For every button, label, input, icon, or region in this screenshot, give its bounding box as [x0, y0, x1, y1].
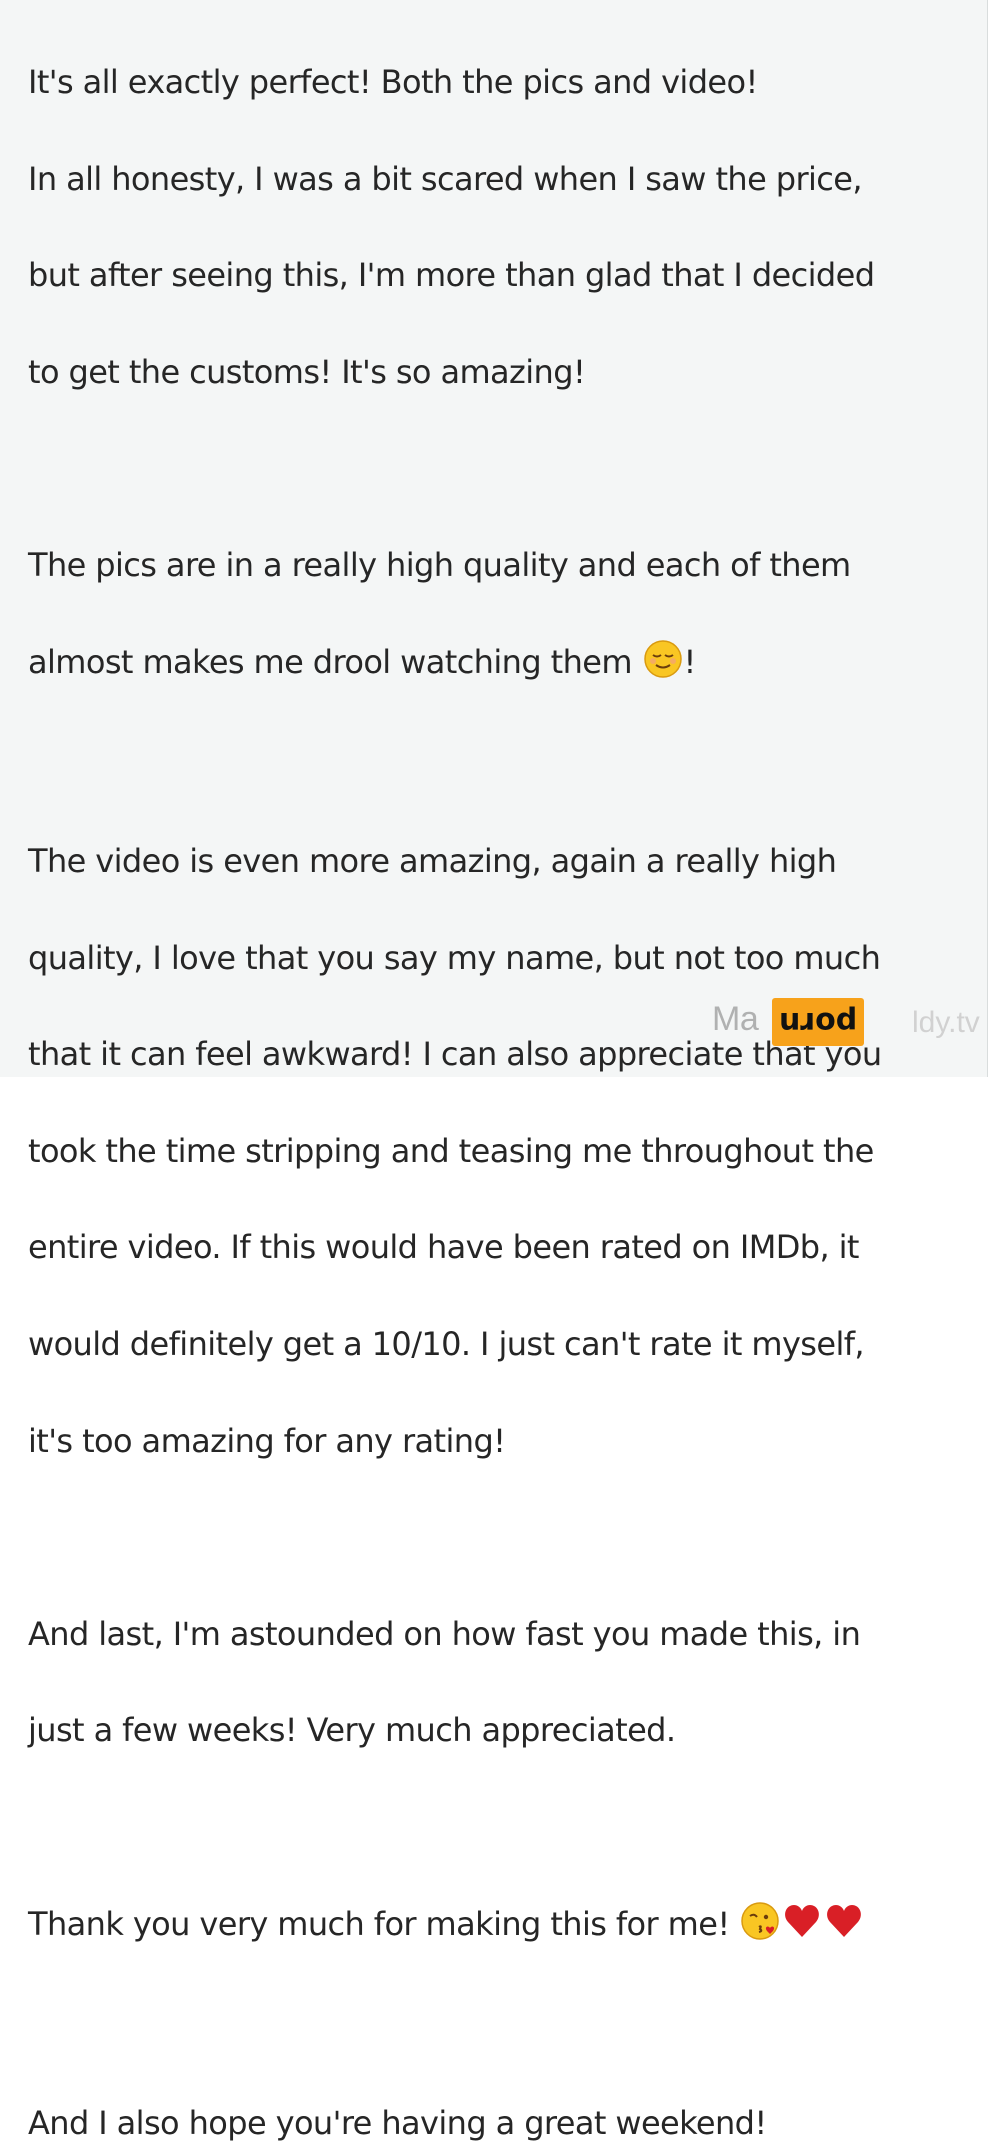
message-line: And I also hope you're having a great we… [28, 2103, 767, 2142]
message-line: It's all exactly perfect! Both the pics … [28, 63, 758, 102]
message-paragraph: Thank you very much for making this for … [28, 1851, 957, 2002]
relieved-face-icon [643, 639, 683, 692]
kissing-heart-face-icon [740, 1901, 780, 1954]
message-paragraph: The video is even more amazing, again a … [28, 789, 957, 1513]
message-line: And last, I'm astounded on how fast you … [28, 1614, 861, 1653]
message-line: The video is even more amazing, again a … [28, 842, 837, 881]
message-line-text: almost makes me drool watching them [28, 642, 633, 681]
message-line: to get the customs! It's so amazing! [28, 353, 586, 392]
message-line: it's too amazing for any rating! [28, 1421, 506, 1460]
red-heart-icon [782, 1901, 822, 1954]
message-paragraph: And last, I'm astounded on how fast you … [28, 1562, 957, 1803]
message-paragraph: The pics are in a really high quality an… [28, 493, 957, 740]
message-paragraph: And I also hope you're having a great we… [28, 2050, 957, 2154]
exclamation-mark: ! [683, 642, 697, 681]
message-bubble: It's all exactly perfect! Both the pics … [0, 0, 988, 2142]
message-line: but after seeing this, I'm more than gla… [28, 256, 875, 295]
message-line: Thank you very much for making this for … [28, 1900, 957, 1954]
message-line: took the time stripping and teasing me t… [28, 1131, 874, 1170]
message-paragraph: It's all exactly perfect! Both the pics … [28, 10, 957, 445]
red-heart-icon [824, 1901, 864, 1954]
message-line: quality, I love that you say my name, bu… [28, 938, 881, 977]
message-line: The pics are in a really high quality an… [28, 546, 851, 585]
message-line: almost makes me drool watching them ! [28, 638, 957, 692]
message-line: just a few weeks! Very much appreciated. [28, 1711, 676, 1750]
message-line: entire video. If this would have been ra… [28, 1228, 859, 1267]
message-line: that it can feel awkward! I can also app… [28, 1035, 882, 1074]
message-line-text: Thank you very much for making this for … [28, 1904, 730, 1943]
message-line: In all honesty, I was a bit scared when … [28, 159, 863, 198]
message-line: would definitely get a 10/10. I just can… [28, 1325, 865, 1364]
